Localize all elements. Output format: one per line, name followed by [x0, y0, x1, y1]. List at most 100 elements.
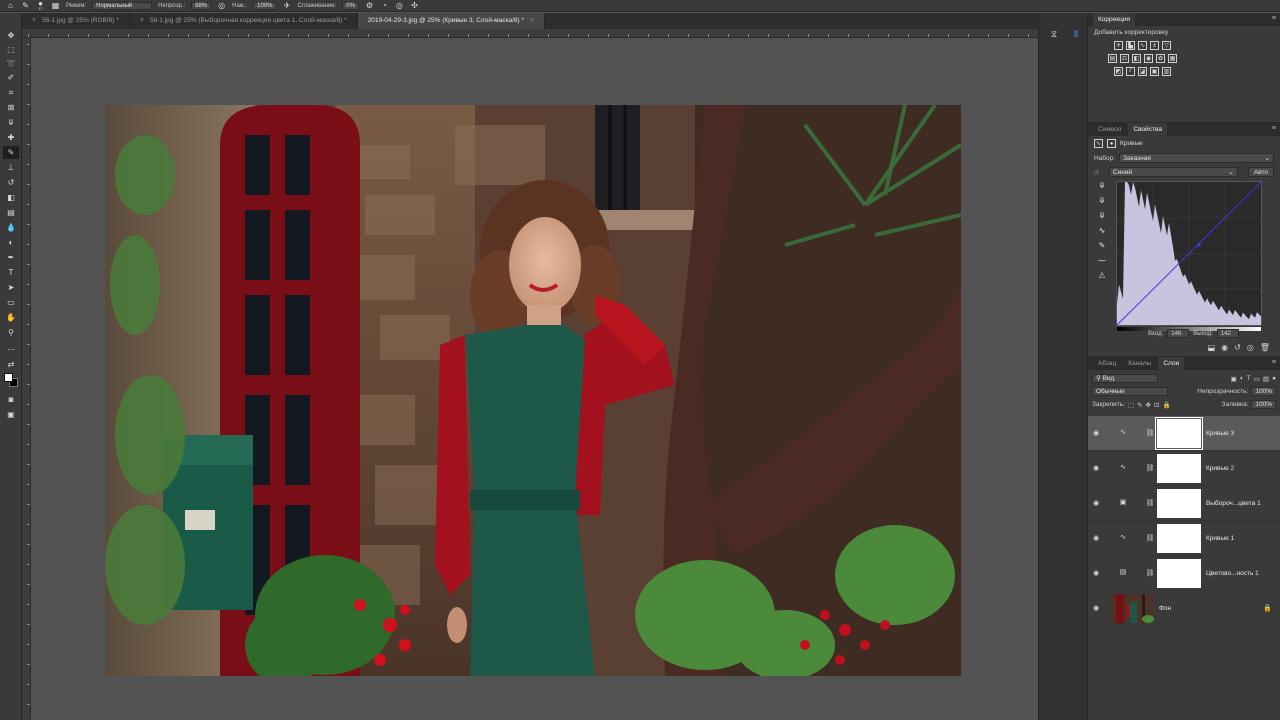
move-tool-icon[interactable]: ✥: [3, 29, 19, 42]
background-layer-thumbnail[interactable]: [1110, 593, 1154, 623]
invert-icon[interactable]: ◩: [1114, 67, 1123, 76]
lock-all-icon[interactable]: 🔒: [1162, 401, 1170, 409]
pressure-size-icon[interactable]: ◎: [395, 1, 404, 10]
tab-document-1[interactable]: × 56-1.jpg @ 25% (RGB/8) *: [22, 13, 130, 29]
layer-row[interactable]: ◉ ▣ ⛓ Выбороч...цвета 1: [1088, 486, 1280, 521]
hand-tool-icon[interactable]: ✋: [3, 311, 19, 324]
horizontal-ruler[interactable]: [22, 29, 1038, 38]
eye-icon[interactable]: ◉: [1088, 569, 1104, 577]
more-tools-icon[interactable]: ⋯: [3, 343, 19, 356]
lock-pixels-icon[interactable]: ✎: [1137, 401, 1142, 409]
brush-tool-icon[interactable]: ✎: [21, 1, 30, 10]
mode-select[interactable]: Нормальный: [92, 1, 153, 10]
eye-icon[interactable]: ◉: [1088, 534, 1104, 542]
crop-tool-icon[interactable]: ⌗: [3, 86, 19, 99]
layer-filter-select[interactable]: ⚲ Вид: [1092, 374, 1158, 383]
airbrush-icon[interactable]: ✈: [283, 1, 292, 10]
tab-channels[interactable]: Каналы: [1123, 357, 1156, 370]
dodge-tool-icon[interactable]: ◐: [3, 236, 19, 249]
eraser-tool-icon[interactable]: ◧: [3, 191, 19, 204]
gray-point-eyedropper-icon[interactable]: ⤋: [1096, 196, 1108, 211]
hue-saturation-icon[interactable]: ▤: [1108, 54, 1117, 63]
trash-icon[interactable]: 🗑: [1260, 343, 1270, 352]
history-icon[interactable]: ⧖: [1048, 28, 1060, 40]
link-icon[interactable]: ⛓: [1145, 429, 1155, 437]
frame-tool-icon[interactable]: ⊠: [3, 101, 19, 114]
close-icon[interactable]: ×: [140, 13, 144, 29]
link-icon[interactable]: ⛓: [1145, 534, 1155, 542]
channel-mixer-icon[interactable]: ✿: [1156, 54, 1165, 63]
filter-type-icon[interactable]: T: [1247, 375, 1251, 382]
input-field[interactable]: 146: [1167, 329, 1190, 338]
filter-smart-icon[interactable]: ▤: [1263, 375, 1269, 383]
layer-row[interactable]: ◉ ∿ ⛓ Кривые 2: [1088, 451, 1280, 486]
curves-icon[interactable]: ∿: [1138, 41, 1147, 50]
white-point-eyedropper-icon[interactable]: ⤋: [1096, 211, 1108, 226]
color-lookup-icon[interactable]: ▦: [1168, 54, 1177, 63]
curve-points-icon[interactable]: ∿: [1096, 226, 1108, 241]
link-icon[interactable]: ⛓: [1145, 464, 1155, 472]
exposure-icon[interactable]: ±: [1150, 41, 1159, 50]
preset-select[interactable]: Заказная ⌄: [1119, 153, 1274, 163]
layer-opacity-field[interactable]: 100%: [1251, 387, 1276, 396]
symmetry-icon[interactable]: ✣: [410, 1, 419, 10]
gradient-map-icon[interactable]: ▥: [1162, 67, 1171, 76]
vibrance-icon[interactable]: ▽: [1162, 41, 1171, 50]
path-select-tool-icon[interactable]: ➤: [3, 281, 19, 294]
canvas-area[interactable]: [31, 38, 1033, 720]
mask-icon[interactable]: ●: [1107, 139, 1116, 148]
blur-tool-icon[interactable]: 💧: [3, 221, 19, 234]
layer-mask-thumbnail[interactable]: [1155, 416, 1203, 450]
foreground-color-swatch[interactable]: [4, 373, 13, 382]
tab-layers[interactable]: Слои: [1158, 357, 1185, 370]
type-tool-icon[interactable]: T: [3, 266, 19, 279]
eye-icon[interactable]: ◉: [1088, 429, 1104, 437]
layer-row[interactable]: ◉ ∿ ⛓ Кривые 3: [1088, 416, 1280, 451]
link-icon[interactable]: ⛓: [1145, 499, 1155, 507]
brush-size-preview[interactable]: ● 17: [36, 0, 45, 11]
clone-stamp-tool-icon[interactable]: ⊥: [3, 161, 19, 174]
lock-artboard-icon[interactable]: ⊡: [1154, 401, 1159, 409]
clipping-warning-icon[interactable]: ⚠: [1096, 271, 1108, 286]
smooth-curve-icon[interactable]: ⁓: [1096, 256, 1108, 271]
layer-mask-thumbnail[interactable]: [1157, 488, 1201, 518]
reset-icon[interactable]: ↺: [1234, 343, 1241, 352]
filter-toggle-icon[interactable]: ●: [1272, 375, 1276, 382]
layer-row[interactable]: ◉ Фон 🔒: [1088, 591, 1280, 626]
eye-icon[interactable]: ◉: [1088, 604, 1104, 612]
curve-pencil-icon[interactable]: ✎: [1096, 241, 1108, 256]
panel-menu-icon[interactable]: ≡: [1272, 359, 1276, 366]
quick-mask-icon[interactable]: ◙: [3, 393, 19, 406]
layer-row[interactable]: ◉ ▤ ⛓ Цветово...ность 1: [1088, 556, 1280, 591]
visibility-icon[interactable]: ◎: [1247, 343, 1254, 352]
angle-icon[interactable]: ◔: [380, 1, 389, 10]
target-adjust-icon[interactable]: ☝: [1094, 168, 1099, 177]
lasso-tool-icon[interactable]: ➰: [3, 57, 19, 70]
color-balance-icon[interactable]: ⚖: [1120, 54, 1129, 63]
pen-tool-icon[interactable]: ✒: [3, 251, 19, 264]
marquee-tool-icon[interactable]: ⬚: [3, 43, 19, 56]
zoom-tool-icon[interactable]: ⚲: [3, 326, 19, 339]
healing-tool-icon[interactable]: ✚: [3, 131, 19, 144]
black-white-icon[interactable]: ◧: [1132, 54, 1141, 63]
vertical-ruler[interactable]: [22, 38, 31, 720]
brush-settings-icon[interactable]: ▦: [51, 1, 60, 10]
clip-to-layer-icon[interactable]: ⬓: [1208, 343, 1216, 352]
eyedropper-tool-icon[interactable]: ⤋: [3, 116, 19, 129]
layer-row[interactable]: ◉ ∿ ⛓ Кривые 1: [1088, 521, 1280, 556]
lock-position-icon[interactable]: ✥: [1146, 401, 1151, 409]
close-icon[interactable]: ×: [530, 13, 534, 29]
curves-graph[interactable]: [1116, 181, 1262, 331]
swap-colors-icon[interactable]: ⇄: [3, 358, 19, 371]
tab-paragraph[interactable]: Абзац: [1093, 357, 1121, 370]
shape-tool-icon[interactable]: ▭: [3, 296, 19, 309]
smoothing-field[interactable]: 0%: [342, 1, 359, 10]
output-field[interactable]: 142: [1216, 329, 1239, 338]
lock-icon[interactable]: 🔒: [1263, 604, 1272, 612]
layer-mask-thumbnail[interactable]: [1157, 453, 1201, 483]
flow-field[interactable]: 100%: [253, 1, 277, 10]
layer-mask-thumbnail[interactable]: [1157, 523, 1201, 553]
gradient-tool-icon[interactable]: ▤: [3, 206, 19, 219]
opacity-field[interactable]: 88%: [191, 1, 212, 10]
blend-mode-select[interactable]: Обычные: [1092, 387, 1168, 396]
